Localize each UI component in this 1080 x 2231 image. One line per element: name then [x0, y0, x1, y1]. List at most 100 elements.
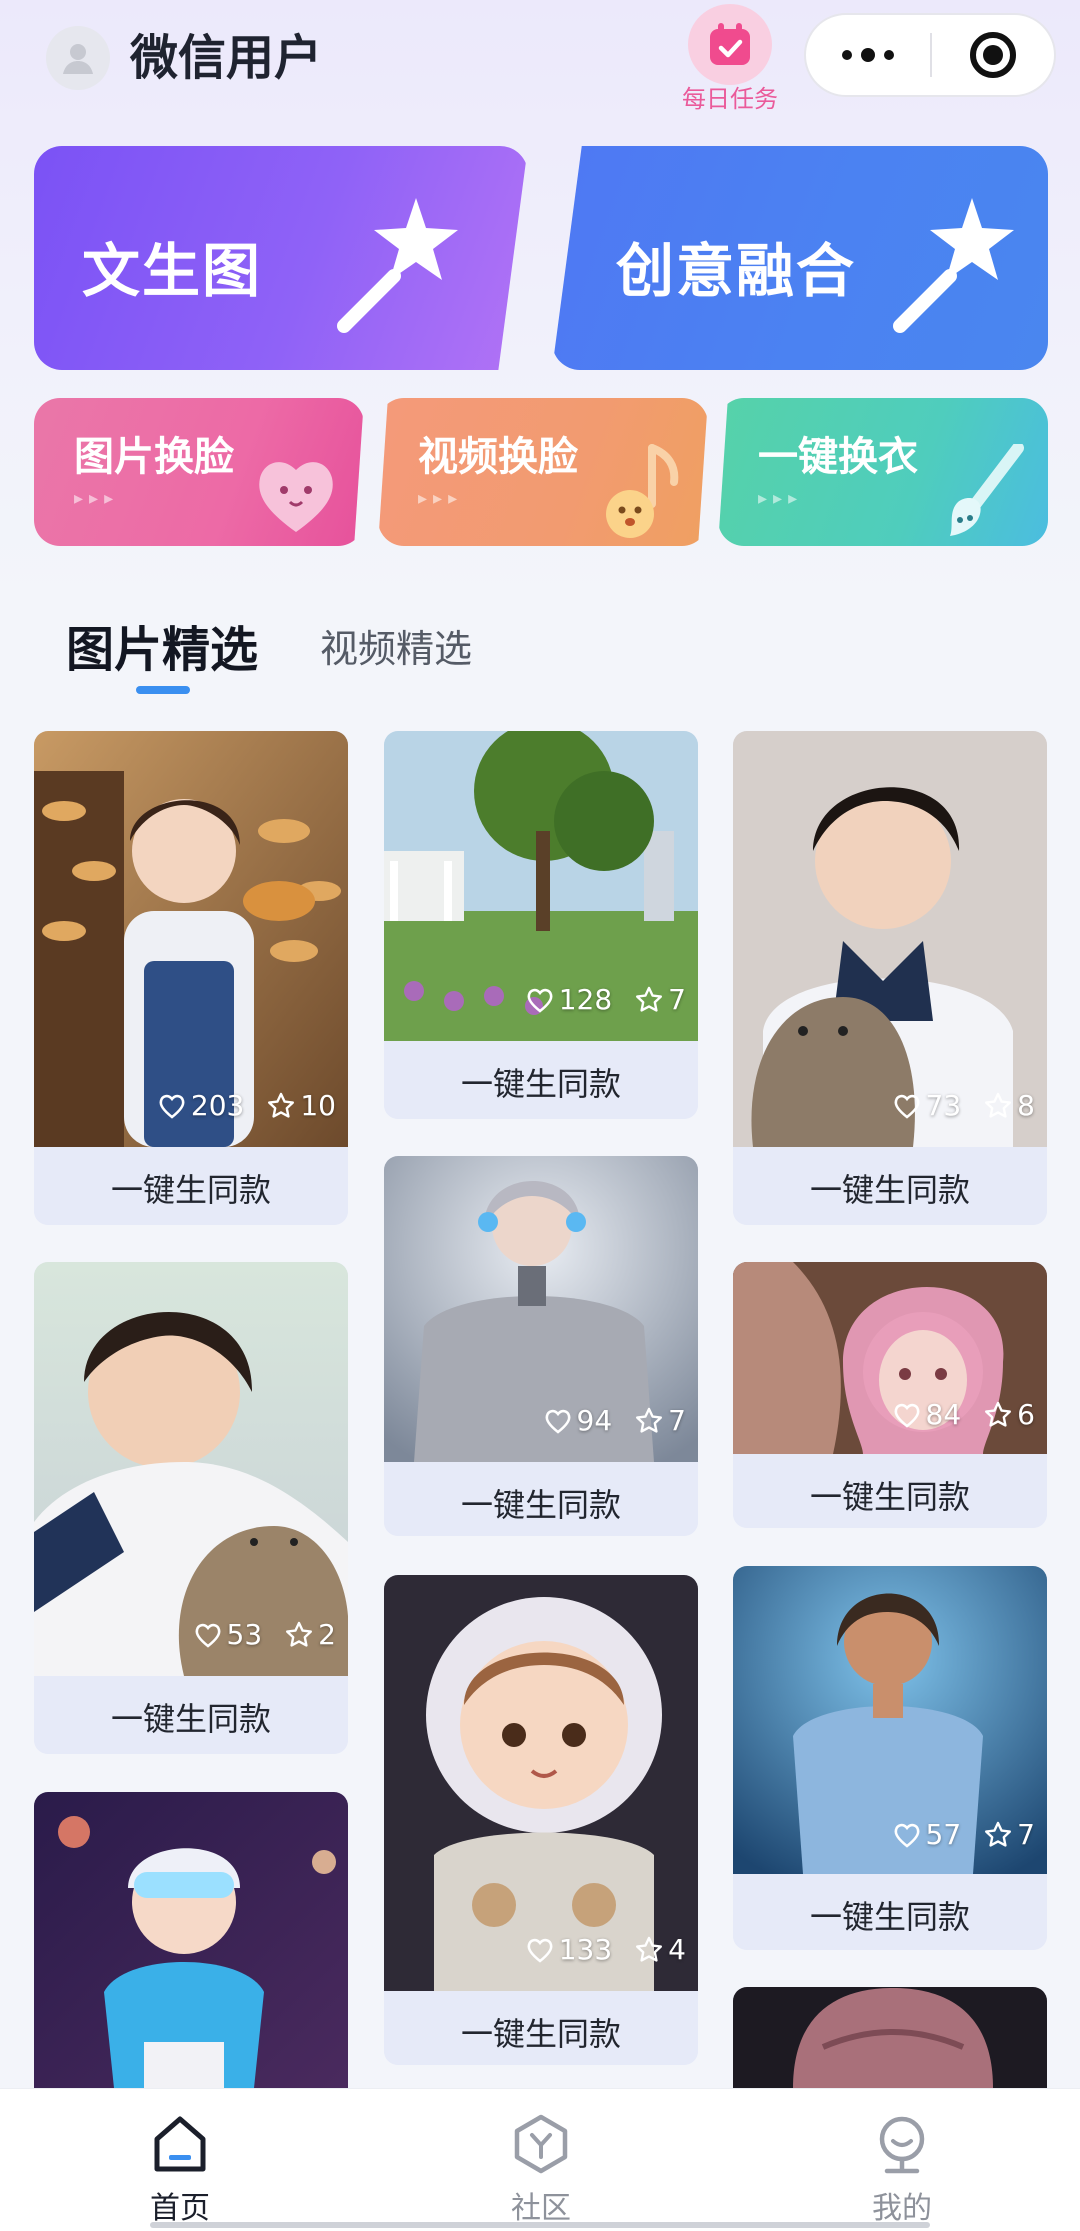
- video-face-swap-card[interactable]: 视频换脸 ▸▸▸: [378, 398, 708, 546]
- arrows-decoration: ▸▸▸: [758, 488, 804, 509]
- star-count: 8: [1017, 1089, 1035, 1122]
- heart-icon[interactable]: [525, 1935, 555, 1965]
- star-icon[interactable]: [983, 1400, 1013, 1430]
- daily-task-label: 每日任务: [682, 85, 778, 113]
- tabbar-label: 社区: [511, 2191, 571, 2226]
- heart-icon[interactable]: [892, 1820, 922, 1850]
- gallery-card[interactable]: 203 10 一键生同款: [34, 731, 348, 1225]
- arrows-decoration: ▸▸▸: [74, 488, 120, 509]
- gallery-card[interactable]: [34, 1792, 348, 2088]
- generate-same-button[interactable]: 一键生同款: [384, 1995, 698, 2065]
- star-icon[interactable]: [266, 1091, 296, 1121]
- user-avatar-icon[interactable]: [46, 26, 110, 90]
- heart-icon[interactable]: [543, 1406, 573, 1436]
- generate-same-button[interactable]: 一键生同款: [733, 1878, 1047, 1950]
- username: 微信用户: [130, 30, 323, 86]
- like-count: 128: [558, 983, 613, 1016]
- heart-icon[interactable]: [193, 1620, 223, 1650]
- star-icon[interactable]: [983, 1091, 1013, 1121]
- gallery-card[interactable]: 84 6 一键生同款: [733, 1262, 1047, 1528]
- star-count: 2: [318, 1618, 336, 1651]
- like-count: 94: [576, 1404, 613, 1437]
- star-count: 7: [1017, 1818, 1035, 1851]
- arrows-decoration: ▸▸▸: [418, 488, 464, 509]
- active-tab-indicator: [136, 686, 190, 694]
- star-icon[interactable]: [284, 1620, 314, 1650]
- feature-label: 文生图: [82, 237, 263, 305]
- gallery-image[interactable]: [34, 1262, 348, 1676]
- star-icon[interactable]: [634, 985, 664, 1015]
- heart-icon[interactable]: [892, 1400, 922, 1430]
- bottom-tab-bar: 首页 社区 我的: [0, 2088, 1080, 2231]
- gallery-card[interactable]: 73 8 一键生同款: [733, 731, 1047, 1225]
- star-count: 10: [300, 1089, 336, 1122]
- star-count: 7: [668, 983, 686, 1016]
- gallery-image[interactable]: [34, 1792, 348, 2088]
- gallery-image[interactable]: [34, 731, 348, 1147]
- calendar-check-icon: [688, 4, 772, 85]
- star-icon[interactable]: [634, 1406, 664, 1436]
- gallery-card[interactable]: 133 4 一键生同款: [384, 1575, 698, 2065]
- heart-icon[interactable]: [892, 1091, 922, 1121]
- generate-same-button[interactable]: 一键生同款: [733, 1151, 1047, 1225]
- tab-video-picks[interactable]: 视频精选: [320, 618, 472, 673]
- miniprogram-capsule: [804, 13, 1056, 97]
- tabbar-item-community[interactable]: 社区: [471, 2113, 611, 2227]
- community-hex-icon: [514, 2114, 568, 2174]
- one-click-outfit-card[interactable]: 一键换衣 ▸▸▸: [718, 398, 1048, 546]
- tabbar-item-home[interactable]: 首页: [110, 2113, 250, 2227]
- magic-wand-icon: [337, 198, 458, 333]
- gallery-tabs: 图片精选 视频精选: [0, 600, 1080, 700]
- gallery-image[interactable]: [384, 1575, 698, 1991]
- heart-icon[interactable]: [157, 1091, 187, 1121]
- heart-face-icon: [259, 462, 333, 532]
- like-count: 73: [925, 1089, 962, 1122]
- gallery-card[interactable]: [733, 1987, 1047, 2088]
- image-stats: 128 7: [525, 983, 686, 1016]
- creative-fusion-card[interactable]: 创意融合: [552, 146, 1048, 370]
- text-to-image-card[interactable]: 文生图: [34, 146, 528, 370]
- generate-same-button[interactable]: 一键生同款: [384, 1045, 698, 1119]
- heart-icon[interactable]: [525, 985, 555, 1015]
- tab-image-picks[interactable]: 图片精选: [66, 610, 258, 680]
- tabbar-item-mine[interactable]: 我的: [832, 2113, 972, 2227]
- more-dots-icon[interactable]: [806, 15, 930, 95]
- generate-same-button[interactable]: 一键生同款: [34, 1680, 348, 1754]
- top-header: 微信用户 每日任务: [0, 0, 1080, 120]
- generate-same-button[interactable]: 一键生同款: [384, 1466, 698, 1536]
- star-icon[interactable]: [983, 1820, 1013, 1850]
- home-indicator: [150, 2222, 930, 2228]
- feature-label: 图片换脸: [74, 434, 234, 480]
- image-stats: 203 10: [157, 1089, 336, 1122]
- feature-label: 一键换衣: [758, 434, 918, 480]
- home-icon: [154, 2116, 206, 2172]
- profile-icon: [879, 2116, 925, 2174]
- star-icon[interactable]: [634, 1935, 664, 1965]
- like-count: 53: [226, 1618, 263, 1651]
- like-count: 203: [190, 1089, 245, 1122]
- like-count: 84: [925, 1398, 962, 1431]
- generate-same-button[interactable]: 一键生同款: [733, 1458, 1047, 1528]
- magic-wand-icon: [893, 198, 1014, 333]
- daily-task-button[interactable]: 每日任务: [680, 4, 780, 114]
- image-stats: 94 7: [543, 1404, 686, 1437]
- target-close-icon[interactable]: [932, 32, 1054, 78]
- gallery-card[interactable]: 57 7 一键生同款: [733, 1566, 1047, 1950]
- image-stats: 57 7: [892, 1818, 1035, 1851]
- music-note-face-icon: [606, 444, 679, 538]
- feature-label: 创意融合: [616, 237, 857, 305]
- star-count: 6: [1017, 1398, 1035, 1431]
- generate-same-button[interactable]: 一键生同款: [34, 1151, 348, 1225]
- star-count: 4: [668, 1933, 686, 1966]
- image-face-swap-card[interactable]: 图片换脸 ▸▸▸: [34, 398, 364, 546]
- tabbar-label: 我的: [872, 2191, 932, 2226]
- gallery-card[interactable]: 94 7 一键生同款: [384, 1156, 698, 1536]
- gallery-card[interactable]: 53 2 一键生同款: [34, 1262, 348, 1754]
- gallery-image[interactable]: [733, 1987, 1047, 2088]
- image-stats: 133 4: [525, 1933, 686, 1966]
- image-stats: 73 8: [892, 1089, 1035, 1122]
- like-count: 57: [925, 1818, 962, 1851]
- star-count: 7: [668, 1404, 686, 1437]
- gallery-card[interactable]: 128 7 一键生同款: [384, 731, 698, 1119]
- gallery-image[interactable]: [733, 731, 1047, 1147]
